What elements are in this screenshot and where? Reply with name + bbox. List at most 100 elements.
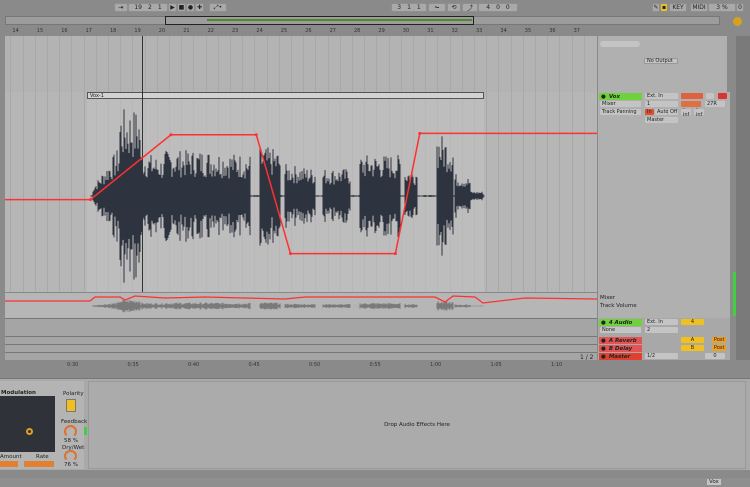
input-type-chooser[interactable]: Ext. In <box>645 319 678 325</box>
fold-controls[interactable] <box>600 41 640 47</box>
device-chooser-label: Mixer <box>602 101 616 107</box>
send-b[interactable]: -inf <box>694 106 704 118</box>
grid-line <box>266 36 268 92</box>
return-b-post[interactable]: Post <box>712 345 726 351</box>
song-position[interactable]: 19 2 1 <box>128 3 168 12</box>
bar-number: 27 <box>329 28 336 34</box>
input-type-chooser[interactable]: Ext. In <box>645 93 678 99</box>
chooser-label: None <box>602 327 616 333</box>
time-label: 1:00 <box>430 362 442 368</box>
lane-param-label: Track Volume <box>600 303 637 309</box>
overview-toggle-icon[interactable] <box>733 17 742 26</box>
track-title-vox[interactable]: ● Vox <box>599 93 642 100</box>
monitor-off[interactable]: Off <box>668 109 678 115</box>
delay-lane[interactable] <box>5 344 597 352</box>
loop-len-six: 0 <box>505 4 510 11</box>
grid-line <box>291 36 292 92</box>
device-meter <box>84 427 87 435</box>
output-label: Master <box>647 117 665 123</box>
master-output[interactable]: 1/2 <box>645 353 678 359</box>
grid-line <box>486 36 488 92</box>
device-chooser[interactable]: None <box>600 327 641 333</box>
device-chooser[interactable]: Mixer <box>600 101 641 107</box>
midi-map-button[interactable]: MIDI <box>690 3 708 12</box>
track-activator[interactable]: 4 <box>681 319 704 325</box>
master-volume[interactable]: 0 <box>705 353 725 359</box>
loop-button[interactable]: ⟲ <box>447 3 461 12</box>
grid-line <box>10 36 12 92</box>
polarity-toggle[interactable] <box>66 399 76 412</box>
grid-line <box>169 36 170 92</box>
xy-handle[interactable] <box>26 428 33 435</box>
volume-slider[interactable] <box>681 93 703 99</box>
arrangement-position-btn[interactable]: ⇥ <box>114 3 128 12</box>
drywet-knob[interactable] <box>64 450 77 462</box>
track-number: 4 <box>690 319 695 325</box>
grid-line <box>400 36 402 92</box>
track-title-a-reverb[interactable]: ● A Reverb <box>599 337 642 344</box>
automation-lane[interactable] <box>5 292 597 318</box>
mute-button[interactable] <box>706 93 714 99</box>
loop-length[interactable]: 400 <box>478 3 518 12</box>
monitor-in[interactable]: In <box>645 109 654 115</box>
grid-line <box>498 36 500 92</box>
grid-line <box>437 36 439 92</box>
automation-arm-button[interactable]: ⤢• <box>209 3 227 12</box>
loop-start[interactable]: 311 <box>391 3 427 12</box>
grid-line <box>510 36 512 92</box>
pan-value[interactable]: 27R <box>705 101 725 107</box>
pos-sixteenth: 1 <box>157 4 162 11</box>
play-button[interactable]: ▶ <box>168 3 177 12</box>
time-ruler[interactable]: 0:30 0:35 0:40 0:45 0:50 0:55 1:00 1:05 1:10 <box>5 360 597 370</box>
output-chooser[interactable]: No Output <box>644 58 678 64</box>
grid-line <box>132 36 134 92</box>
punch-in-button[interactable]: ⏦ <box>428 3 446 12</box>
grid-line <box>461 36 463 92</box>
arm-button[interactable] <box>718 93 727 99</box>
draw-mode-button[interactable]: ✎ <box>652 3 660 12</box>
record-button[interactable]: ● <box>186 3 195 12</box>
grid-line <box>34 36 36 92</box>
xy-pad[interactable] <box>0 396 55 452</box>
amount-control[interactable] <box>0 461 18 467</box>
arrangement-overview[interactable] <box>5 16 720 25</box>
overdub-button[interactable]: ✚ <box>195 3 204 12</box>
drop-zone[interactable]: Drop Audio Effects Here <box>88 381 746 469</box>
status-track-name[interactable]: Vox <box>707 479 721 485</box>
audio4-lane[interactable] <box>5 318 597 336</box>
input-channel-chooser[interactable]: 2 <box>645 327 678 333</box>
other-mixers: ● 4 Audio None Ext. In 2 4 ● A Reverb A Po… <box>597 318 730 360</box>
master-lane[interactable] <box>5 352 597 360</box>
time-label: 0:35 <box>127 362 139 368</box>
punch-out-button[interactable]: ⤴ <box>462 3 478 12</box>
vox-track-lane[interactable]: Vox-1 <box>5 36 597 316</box>
stop-button[interactable]: ■ <box>177 3 186 12</box>
computer-midi-keyboard-button[interactable]: ▪ <box>660 3 668 12</box>
top-track-io: No Output <box>597 36 727 92</box>
reverb-lane[interactable] <box>5 336 597 344</box>
return-a-activator[interactable]: A <box>681 337 704 343</box>
input-channel-chooser[interactable]: 1 <box>645 101 678 107</box>
grid-line <box>230 36 231 92</box>
time-label: 1:05 <box>490 362 502 368</box>
track-title-4-audio[interactable]: ● 4 Audio <box>599 319 642 326</box>
feedback-knob[interactable] <box>64 425 77 438</box>
return-letter: B <box>690 345 695 351</box>
beat-time-ruler[interactable]: 14 15 16 17 18 19 20 21 22 23 24 25 26 27 28 29 30 31 32 33… <box>5 28 597 36</box>
return-b-activator[interactable]: B <box>681 345 704 351</box>
rate-control[interactable] <box>24 461 54 467</box>
overview-visible-range[interactable] <box>165 16 474 25</box>
key-map-button[interactable]: KEY <box>669 3 687 12</box>
monitor-auto[interactable]: Auto <box>655 109 669 115</box>
track-title-master[interactable]: ● Master <box>599 353 642 360</box>
parameter-chooser[interactable]: Track Panning <box>600 109 641 115</box>
grid-line <box>156 36 158 92</box>
output-chooser[interactable]: Master <box>645 117 678 123</box>
track-title-b-delay[interactable]: ● B Delay <box>599 345 642 352</box>
time-label: 1:10 <box>551 362 563 368</box>
send-a[interactable]: -inf <box>681 106 691 118</box>
grid-line <box>83 36 85 92</box>
return-a-post[interactable]: Post <box>712 337 726 343</box>
bar-number: 36 <box>549 28 556 34</box>
track-lane-empty[interactable] <box>5 36 597 92</box>
